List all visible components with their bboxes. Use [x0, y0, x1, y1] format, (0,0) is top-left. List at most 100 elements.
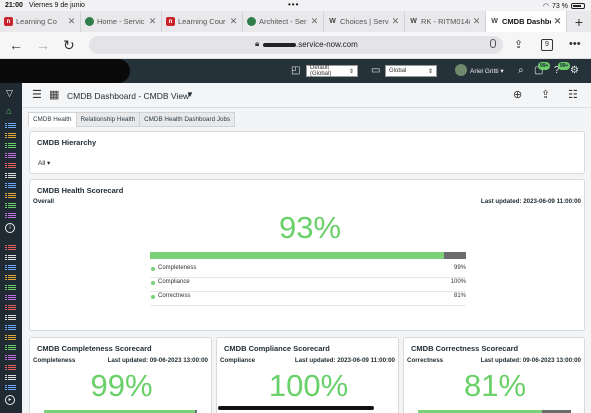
dashboard-dropdown-icon[interactable]: ▼ [186, 90, 194, 99]
w-favicon-icon: W [329, 18, 336, 25]
legend-row[interactable]: Compliance 100% [150, 278, 466, 292]
forward-icon[interactable]: → [36, 37, 50, 53]
favorite-item-icon[interactable] [5, 315, 16, 321]
lock-icon: 🔒︎ [255, 39, 260, 48]
favorite-item-icon[interactable] [5, 183, 16, 189]
favorite-item-icon[interactable] [5, 385, 16, 391]
favorite-item-icon[interactable] [5, 245, 16, 251]
favorite-item-icon[interactable] [5, 375, 16, 381]
favorite-item-icon[interactable] [5, 153, 16, 159]
status-bar: 21:00 Viernes 9 de junio ••• ◠ 73 % [0, 0, 591, 11]
filter-icon[interactable]: ▽ [6, 88, 13, 99]
more-icon[interactable]: ••• [569, 38, 581, 50]
favorite-item-icon[interactable] [5, 203, 16, 209]
tab-health-dashboard-jobs[interactable]: CMDB Health Dashboard Jobs [139, 112, 236, 127]
add-widget-icon[interactable]: ⊕ [513, 88, 522, 101]
favorite-item-icon[interactable] [5, 305, 16, 311]
browser-tab[interactable]: Architect - Ser ✕ [243, 11, 324, 32]
tab-count-button[interactable]: 9 [541, 39, 553, 51]
url-field[interactable]: 🔒︎ .service-now.com [89, 36, 503, 54]
application-select[interactable]: Global ⇕ [385, 65, 437, 77]
servicenow-favicon-icon: n [4, 17, 13, 26]
avatar[interactable] [455, 64, 467, 76]
favorite-item-icon[interactable] [5, 133, 16, 139]
search-icon[interactable]: ⌕ [518, 65, 524, 76]
health-scorecard-card: CMDB Health Scorecard Overall Last updat… [29, 179, 585, 331]
favorite-item-icon[interactable] [5, 365, 16, 371]
favorite-item-icon[interactable] [5, 255, 16, 261]
favorite-item-icon[interactable] [5, 163, 16, 169]
favorite-item-icon[interactable] [5, 265, 16, 271]
tab-cmdb-health[interactable]: CMDB Health [28, 112, 77, 127]
settings-sliders-icon[interactable]: ☷ [568, 88, 578, 101]
gear-icon[interactable]: ⚙ [570, 65, 579, 76]
favorite-item-icon[interactable] [5, 285, 16, 291]
favorite-item-icon[interactable] [5, 213, 16, 219]
w-favicon-icon: W [491, 18, 498, 25]
close-tab-icon[interactable]: ✕ [391, 16, 400, 27]
close-tab-icon[interactable]: ✕ [229, 16, 238, 27]
metric-label: Correctness [407, 357, 444, 364]
legend-row[interactable]: Correctness 81% [150, 292, 466, 306]
card-title: CMDB Hierarchy [37, 138, 97, 147]
compliance-percent: 100% [268, 368, 349, 403]
close-tab-icon[interactable]: ✕ [148, 16, 157, 27]
select-arrows-icon: ⇕ [348, 68, 354, 75]
card-title: CMDB Compliance Scorecard [224, 344, 330, 353]
info-icon[interactable]: i [5, 223, 15, 233]
last-updated: Last updated: 2023-06-09 11:00:00 [294, 357, 395, 364]
browser-tab[interactable]: W RK - RITM014(✕ [405, 11, 486, 32]
favorite-item-icon[interactable] [5, 143, 16, 149]
share-icon[interactable]: ⇪ [514, 38, 523, 51]
favorite-item-icon[interactable] [5, 173, 16, 179]
share-icon[interactable]: ⇪ [541, 88, 550, 101]
favorite-item-icon[interactable] [5, 335, 16, 341]
favorite-item-icon[interactable] [5, 355, 16, 361]
correctness-percent: 81% [463, 368, 527, 403]
close-tab-icon[interactable]: ✕ [553, 16, 562, 27]
domain-picker-icon[interactable]: ◰ [291, 65, 300, 76]
new-tab-icon[interactable]: + [567, 11, 591, 32]
servicenow-favicon-icon [247, 17, 256, 26]
favorite-item-icon[interactable] [5, 123, 16, 129]
hierarchy-filter-select[interactable]: All ▾ [38, 159, 50, 167]
favorite-item-icon[interactable] [5, 295, 16, 301]
close-tab-icon[interactable]: ✕ [310, 16, 319, 27]
legend-row[interactable]: Completeness 99% [150, 264, 466, 278]
favorite-item-icon[interactable] [5, 345, 16, 351]
browser-tab[interactable]: Home - Servic ✕ [81, 11, 162, 32]
favorite-item-icon[interactable] [5, 193, 16, 199]
grid-icon[interactable]: ▦ [49, 88, 59, 101]
back-icon[interactable]: ← [9, 37, 23, 53]
browser-tab[interactable]: n Learning Cour ✕ [162, 11, 243, 32]
user-menu[interactable]: Ariel Gritti ▾ [470, 67, 504, 75]
domain-select[interactable]: Default (Global) ⇕ [306, 65, 358, 77]
favorite-item-icon[interactable] [5, 325, 16, 331]
battery-percent: 73 % [552, 2, 568, 10]
play-icon[interactable]: ▸ [5, 395, 15, 405]
close-tab-icon[interactable]: ✕ [67, 16, 76, 27]
chat-badge: 99+ [538, 62, 551, 70]
status-date: Viernes 9 de junio [29, 2, 85, 9]
browser-tab[interactable]: n Learning Co ✕ [0, 11, 81, 32]
last-updated: Last updated: 09-06-2023 13:00:00 [480, 357, 581, 364]
reload-icon[interactable]: ↻ [63, 37, 75, 54]
application-picker-icon[interactable]: ▭ [371, 65, 380, 76]
microphone-icon[interactable] [490, 39, 496, 48]
close-tab-icon[interactable]: ✕ [472, 16, 481, 27]
legend-dot [151, 267, 155, 271]
card-title: CMDB Health Scorecard [37, 186, 124, 195]
metric-label: Completeness [33, 357, 76, 364]
home-icon[interactable]: ⌂ [6, 106, 11, 116]
w-favicon-icon: W [410, 18, 417, 25]
legend-dot [151, 281, 155, 285]
browser-tab[interactable]: W Choices | Serv ✕ [324, 11, 405, 32]
tab-relationship-health[interactable]: Relationship Health [75, 112, 141, 127]
notification-badge: 99+ [558, 62, 571, 70]
favorite-item-icon[interactable] [5, 275, 16, 281]
browser-tab-active[interactable]: W CMDB Dashbo ✕ [486, 11, 567, 32]
multitask-dots-icon[interactable]: ••• [288, 0, 299, 9]
hamburger-menu-icon[interactable]: ☰ [32, 88, 42, 101]
overall-percent: 93% [278, 210, 342, 245]
servicenow-favicon-icon: n [166, 17, 175, 26]
